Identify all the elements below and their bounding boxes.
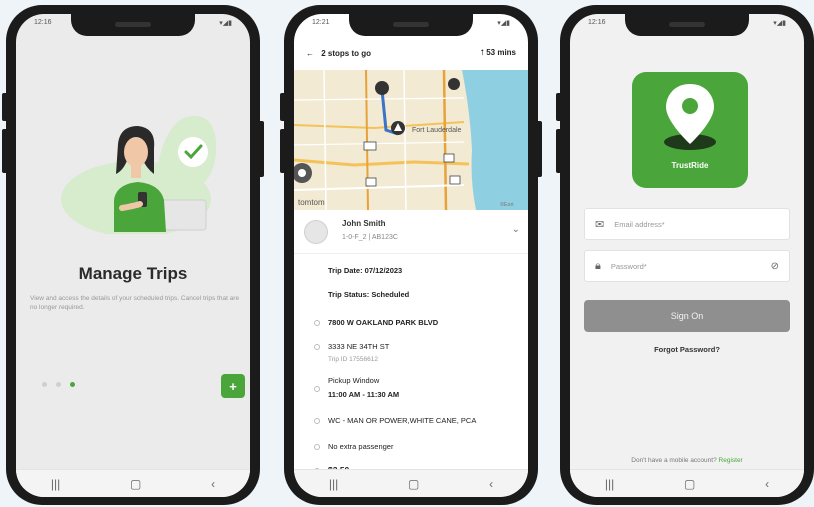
navigation-arrow-icon: ⭡ — [480, 48, 484, 57]
signal-icon: ▾◢▮ — [773, 20, 786, 27]
volume-button — [556, 129, 562, 173]
page-title: Manage Trips — [78, 264, 188, 283]
volume-button — [280, 129, 286, 173]
hide-password-icon[interactable]: ⊘ — [771, 261, 779, 272]
clock-icon — [314, 386, 320, 392]
mobility-icon — [314, 418, 320, 424]
trip-details-screen: 12:21 ▾◢▮ ← 2 stops to go ⭡ 53 mins Fort… — [294, 14, 528, 497]
phone-trip-details: 12:21 ▾◢▮ ← 2 stops to go ⭡ 53 mins Fort… — [280, 5, 542, 505]
dropoff-marker-icon — [314, 344, 320, 350]
android-nav-bar: ||| ▢ ‹ — [16, 469, 250, 497]
lock-icon: 🔒︎ — [595, 259, 601, 272]
recent-apps-icon[interactable]: ||| — [329, 477, 338, 491]
home-icon[interactable]: ▢ — [408, 477, 419, 491]
mobility-needs: WC - MAN OR POWER,WHITE CANE, PCA — [328, 416, 477, 425]
stops-remaining: 2 stops to go — [321, 48, 372, 58]
envelope-icon: ✉ — [595, 218, 605, 231]
power-button — [258, 121, 264, 177]
notch — [625, 14, 749, 36]
chevron-down-icon[interactable]: ⌄ — [512, 224, 520, 235]
home-icon[interactable]: ▢ — [684, 477, 695, 491]
page-dot[interactable] — [42, 382, 47, 387]
notch — [349, 14, 473, 36]
register-link[interactable]: Register — [719, 457, 743, 464]
recent-apps-icon[interactable]: ||| — [51, 477, 60, 491]
vehicle-id: 1-0-F_2 | AB123C — [342, 234, 398, 241]
map-provider-logo: tomtom — [298, 198, 325, 207]
email-field[interactable]: ✉ Email address* — [584, 208, 790, 240]
person-with-phone-illustration — [61, 115, 216, 234]
volume-button — [2, 129, 8, 173]
driver-avatar — [304, 220, 328, 244]
signal-icon: ▾◢▮ — [497, 20, 510, 27]
extra-passengers: No extra passenger — [328, 442, 394, 451]
register-prompt-text: Don't have a mobile account? — [631, 457, 717, 464]
register-prompt: Don't have a mobile account? Register — [570, 457, 804, 464]
dropoff-address: 3333 NE 34TH ST — [328, 342, 390, 351]
driver-name: John Smith — [342, 219, 386, 228]
volume-button — [2, 93, 8, 121]
forgot-password-link[interactable]: Forgot Password? — [570, 345, 804, 354]
status-time: 12:16 — [34, 19, 52, 26]
eta-label: 53 mins — [486, 48, 516, 57]
back-arrow-icon[interactable]: ← — [306, 49, 314, 58]
password-field[interactable]: 🔒︎ Password* ⊘ — [584, 250, 790, 282]
trip-id: Trip ID 17556612 — [328, 356, 378, 363]
page-description: View and access the details of your sche… — [30, 295, 240, 311]
map-credit-label: ©Esri — [500, 201, 514, 208]
app-name: TrustRide — [671, 161, 709, 170]
password-placeholder: Password* — [610, 261, 647, 271]
home-icon[interactable]: ▢ — [130, 477, 141, 491]
status-time: 12:16 — [588, 19, 606, 26]
next-button[interactable]: + — [221, 374, 245, 398]
back-icon[interactable]: ‹ — [489, 477, 493, 491]
android-nav-bar: ||| ▢ ‹ — [294, 469, 528, 497]
passenger-icon — [314, 444, 320, 450]
trip-map[interactable]: Fort Lauderdale ©Esri tomtom — [294, 70, 528, 210]
phone-onboarding: 12:16 ▾◢▮ Manage Trips View and access t… — [2, 5, 264, 505]
pickup-window-label: Pickup Window — [328, 376, 380, 385]
page-dot[interactable] — [56, 382, 61, 387]
phone-login: 12:16 ▾◢▮ TrustRide ✉ Email address* 🔒︎ … — [556, 5, 814, 505]
map-graphic: Fort Lauderdale ©Esri — [294, 70, 528, 210]
trip-date: Trip Date: 07/12/2023 — [328, 266, 403, 275]
signal-icon: ▾◢▮ — [219, 20, 232, 27]
recent-apps-icon[interactable]: ||| — [605, 477, 614, 491]
trip-status: Trip Status: Scheduled — [328, 290, 410, 299]
email-placeholder: Email address* — [614, 219, 665, 229]
pickup-window-time: 11:00 AM - 11:30 AM — [328, 390, 400, 399]
power-button — [536, 121, 542, 177]
location-pin-icon — [664, 84, 716, 150]
map-city-label: Fort Lauderdale — [412, 127, 462, 134]
driver-card[interactable]: John Smith 1-0-F_2 | AB123C ⌄ — [294, 210, 528, 254]
back-icon[interactable]: ‹ — [211, 477, 215, 491]
sign-on-button[interactable]: Sign On — [584, 300, 790, 332]
pickup-marker-icon — [314, 320, 320, 326]
page-dot-active[interactable] — [70, 382, 75, 387]
volume-button — [556, 93, 562, 121]
pickup-address: 7800 W OAKLAND PARK BLVD — [328, 318, 439, 327]
pagination-dots — [42, 382, 75, 387]
onboarding-screen: 12:16 ▾◢▮ Manage Trips View and access t… — [16, 14, 250, 497]
status-time: 12:21 — [312, 19, 330, 26]
back-icon[interactable]: ‹ — [765, 477, 769, 491]
login-screen: 12:16 ▾◢▮ TrustRide ✉ Email address* 🔒︎ … — [570, 14, 804, 497]
app-logo: TrustRide — [632, 72, 748, 188]
notch — [71, 14, 195, 36]
trip-header: ← 2 stops to go ⭡ 53 mins — [294, 36, 528, 70]
android-nav-bar: ||| ▢ ‹ — [570, 469, 804, 497]
volume-button — [280, 93, 286, 121]
